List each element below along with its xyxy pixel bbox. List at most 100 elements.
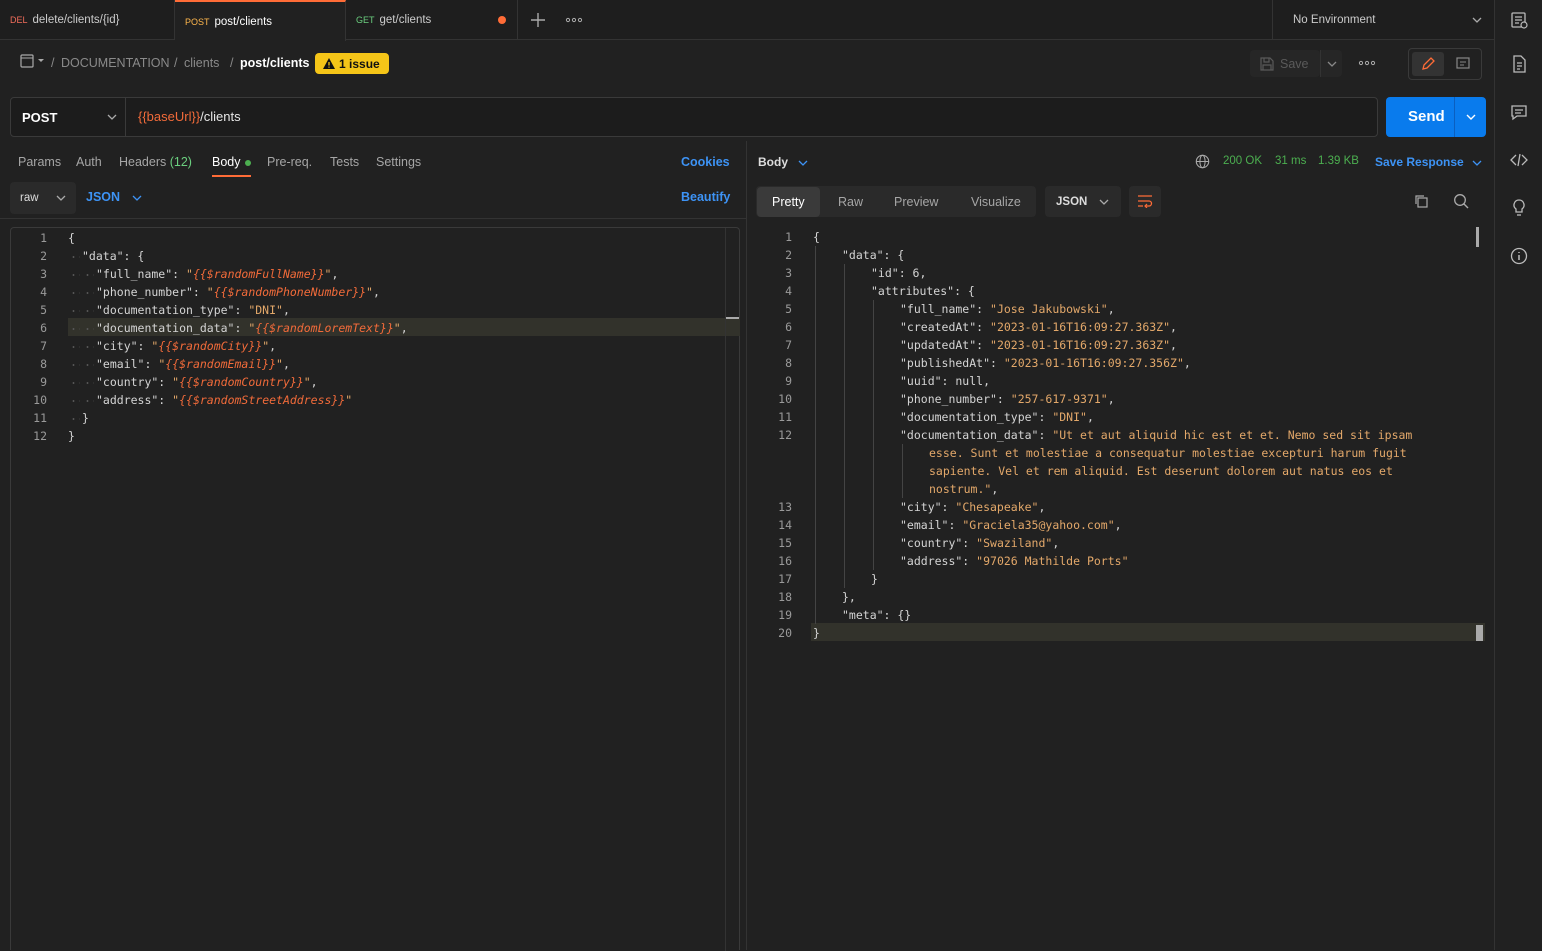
editor-scroll-marker[interactable] — [726, 317, 739, 319]
tab-prereq[interactable]: Pre-req. — [267, 155, 312, 169]
response-size[interactable]: 1.39 KB — [1318, 155, 1359, 167]
indent-guide — [815, 606, 840, 624]
code-line: 5 "full_name": "Jose Jakubowski", — [756, 300, 1470, 318]
beautify-button[interactable]: Beautify — [681, 190, 730, 204]
send-button[interactable]: Send — [1386, 97, 1486, 137]
indent-guide — [815, 390, 840, 408]
status-code[interactable]: 200 OK — [1223, 155, 1262, 167]
code-token: "2023-01-16T16:09:27.363Z" — [990, 320, 1171, 334]
tab-auth[interactable]: Auth — [76, 155, 102, 169]
view-tab-preview[interactable]: Preview — [879, 187, 953, 217]
indent-guide — [815, 462, 840, 480]
copy-icon[interactable] — [1413, 193, 1429, 209]
search-icon[interactable] — [1453, 193, 1469, 209]
save-response-button[interactable]: Save Response — [1375, 155, 1482, 169]
issue-badge[interactable]: 1 issue — [315, 53, 389, 74]
more-tabs-icon[interactable] — [565, 11, 583, 29]
related-collections-bulb-icon[interactable] — [1509, 198, 1529, 218]
request-body-editor[interactable]: 1{2 "data": {3 "full_name": "{{$randomFull… — [10, 227, 740, 951]
indent-guide — [873, 300, 898, 318]
info-icon[interactable] — [1509, 246, 1529, 266]
viewer-scroll-thumb[interactable] — [1476, 227, 1479, 247]
save-button[interactable]: Save — [1250, 50, 1320, 77]
tab-headers[interactable]: Headers (12) — [119, 155, 192, 169]
viewer-scroll-marker — [1476, 625, 1483, 641]
line-number: 5 — [785, 302, 792, 316]
response-format-label: JSON — [1056, 195, 1088, 208]
breadcrumb-item-documentation[interactable]: DOCUMENTATION — [61, 56, 170, 70]
tab-params[interactable]: Params — [18, 155, 61, 169]
response-body-viewer[interactable]: 1{2 "data": {3 "id": 6, 4 "attributes": {5 "f… — [756, 227, 1486, 950]
line-number: 2 — [785, 248, 792, 262]
code-token: "city": — [900, 500, 956, 514]
code-text: "email": "{{$randomEmail}}", — [96, 355, 290, 373]
line-number: 6 — [785, 320, 792, 334]
request-tab-get-clients[interactable]: GET get/clients — [346, 0, 518, 40]
indent-guide — [815, 282, 840, 300]
indent-guide — [844, 498, 869, 516]
indent-guide — [844, 390, 869, 408]
tab-tests[interactable]: Tests — [330, 155, 359, 169]
indent-guide — [70, 337, 80, 355]
code-token: "email": — [96, 357, 159, 371]
code-token: "257-617-9371" — [1010, 392, 1108, 406]
save-options-button[interactable] — [1320, 50, 1342, 77]
indent-guide — [84, 283, 94, 301]
code-token: , — [1170, 320, 1177, 334]
line-number: 14 — [778, 518, 792, 532]
indent-guide — [815, 372, 840, 390]
code-line: 11 "documentation_type": "DNI", — [756, 408, 1470, 426]
cookies-link[interactable]: Cookies — [681, 155, 730, 169]
send-options-button[interactable] — [1454, 97, 1486, 137]
tab-settings[interactable]: Settings — [376, 155, 421, 169]
edit-mode-pencil-icon[interactable] — [1412, 52, 1444, 76]
request-tab-delete-clients[interactable]: DEL delete/clients/{id} — [0, 0, 175, 40]
response-time[interactable]: 31 ms — [1275, 155, 1306, 167]
code-text: "documentation_data": "Ut et aut aliquid… — [900, 426, 1412, 444]
code-line: 19 "meta": {} — [756, 606, 1470, 624]
documentation-icon[interactable] — [1509, 54, 1529, 74]
body-language-select[interactable]: JSON — [86, 190, 142, 204]
response-body-selector[interactable]: Body — [758, 155, 808, 169]
network-globe-icon[interactable] — [1195, 154, 1210, 169]
code-text: "attributes": { — [871, 282, 975, 300]
line-number: 8 — [785, 356, 792, 370]
indent-guide — [815, 336, 840, 354]
url-input[interactable]: {{baseUrl}}/clients — [138, 109, 241, 124]
code-line: 10 "phone_number": "257-617-9371", — [756, 390, 1470, 408]
code-text: "phone_number": "257-617-9371", — [900, 390, 1115, 408]
code-line: 2 "data": { — [11, 247, 725, 265]
new-tab-plus-icon[interactable] — [529, 11, 547, 29]
indent-guide — [84, 355, 94, 373]
code-token: {{$randomLoremText}} — [255, 321, 394, 335]
view-tab-visualize[interactable]: Visualize — [956, 187, 1036, 217]
code-token: "97026 Mathilde Ports" — [976, 554, 1129, 568]
tab-body[interactable]: Body — [212, 155, 251, 169]
code-text: { — [68, 229, 75, 247]
environment-quick-look-icon[interactable] — [1509, 10, 1529, 30]
breadcrumb-item-clients[interactable]: clients — [184, 56, 219, 70]
response-format-select[interactable]: JSON — [1045, 186, 1121, 217]
comments-icon[interactable] — [1509, 102, 1529, 122]
indent-guide — [815, 408, 840, 426]
code-token: "updatedAt": — [900, 338, 991, 352]
pane-divider[interactable] — [746, 141, 747, 950]
environment-selector[interactable]: No Environment — [1272, 0, 1494, 40]
more-actions-icon[interactable] — [1358, 56, 1376, 70]
view-tab-pretty[interactable]: Pretty — [757, 187, 820, 217]
request-tab-post-clients[interactable]: POST post/clients — [175, 0, 346, 41]
url-bar: POST {{baseUrl}}/clients — [10, 97, 1378, 137]
comment-mode-icon[interactable] — [1447, 52, 1479, 76]
code-snippet-icon[interactable] — [1509, 150, 1529, 170]
method-selector[interactable]: POST — [11, 98, 126, 136]
wrap-lines-icon[interactable] — [1129, 186, 1161, 217]
body-mode-select[interactable]: raw — [10, 182, 76, 214]
code-token: " — [345, 393, 353, 407]
view-tab-raw[interactable]: Raw — [823, 187, 878, 217]
indent-guide — [70, 373, 80, 391]
code-token: , — [282, 357, 290, 371]
tab-body-label: Body — [212, 155, 241, 169]
request-type-icon[interactable] — [20, 54, 44, 68]
code-text: "createdAt": "2023-01-16T16:09:27.363Z", — [900, 318, 1177, 336]
method-badge: GET — [356, 15, 375, 25]
